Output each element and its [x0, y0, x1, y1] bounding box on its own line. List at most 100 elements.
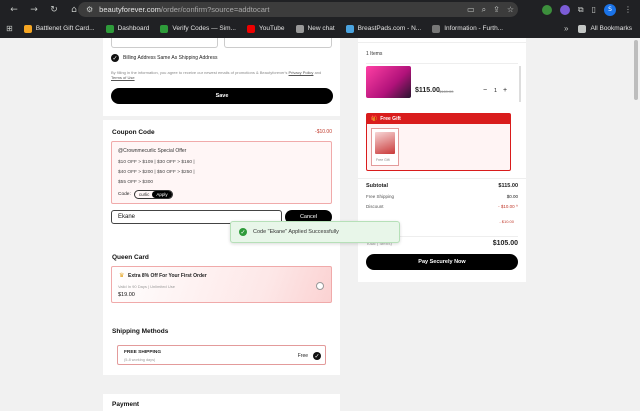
bookmarks-bar: ⊞ Battlenet Gift Card... Dashboard Verify … — [0, 20, 640, 37]
queen-card-section: Queen Card ♛ Extra 8% Off For Your First… — [103, 244, 340, 324]
chevron-up-icon: ^ — [515, 204, 518, 209]
coupon-input-value: Ekane — [118, 214, 136, 220]
bookmark-item[interactable]: New chat — [295, 24, 335, 33]
privacy-link[interactable]: Privacy Policy — [289, 70, 314, 75]
free-shipping-label: Free Shipping — [366, 194, 395, 199]
bookmark-favicon-icon — [160, 24, 169, 33]
queen-valid-text: Valid In 90 Days | Unlimited Use — [118, 284, 175, 289]
qty-value[interactable]: 1 — [494, 88, 497, 94]
extensions-icon[interactable]: ⧉ — [578, 5, 584, 15]
discount-sub-value: - $10.00 — [499, 219, 514, 224]
sidebar-icon[interactable]: ▯ — [592, 5, 596, 14]
terms-text: By filling in the information, you agree… — [111, 70, 322, 80]
zoom-icon[interactable]: ⌕ — [482, 5, 486, 15]
shipping-method-name: FREE SHIPPING — [124, 350, 162, 355]
back-icon[interactable]: ← — [4, 5, 24, 15]
shipping-option[interactable]: FREE SHIPPING (5-8 working days) Free ✓ — [117, 345, 326, 365]
bookmark-star-icon[interactable]: ☆ — [507, 5, 514, 14]
queen-radio[interactable] — [316, 282, 324, 290]
coupon-offer-box: @Crownmecurlic Special Offer $10 OFF > $… — [111, 141, 332, 204]
qty-minus-button[interactable]: − — [483, 87, 487, 94]
bookmark-item[interactable]: BreastPads.com - N... — [345, 24, 421, 33]
product-image — [366, 66, 411, 98]
billing-card: ✓ Billing Address Same As Shipping Addre… — [103, 38, 340, 116]
apps-icon[interactable]: ⊞ — [6, 24, 13, 33]
checkbox-checked-icon[interactable]: ✓ — [111, 54, 119, 62]
queen-card-offer-box[interactable]: ♛ Extra 8% Off For Your First Order Vali… — [111, 266, 332, 303]
discount-label: Discount — [366, 204, 384, 209]
bookmark-item[interactable]: Battlenet Gift Card... — [23, 24, 95, 33]
site-info-icon[interactable]: ⚙ — [86, 5, 93, 14]
bookmark-item[interactable]: Verify Codes — Sim... — [160, 24, 236, 33]
subtotal-value: $115.00 — [498, 183, 518, 189]
code-label: Code: — [118, 192, 131, 197]
save-button[interactable]: Save — [111, 88, 333, 104]
offer-line-1: $10 OFF > $109 | $30 OFF > $160 | — [118, 160, 195, 165]
coupon-title: Coupon Code — [112, 129, 155, 136]
pay-securely-button[interactable]: Pay Securely Now — [366, 254, 518, 270]
all-bookmarks[interactable]: All Bookmarks — [578, 24, 632, 33]
url-actions: ▭ ⌕ ⇪ ☆ — [467, 2, 514, 17]
shipping-selected-icon: ✓ — [313, 352, 321, 360]
same-as-shipping-label: Billing Address Same As Shipping Address — [123, 55, 218, 61]
offer-title: @Crownmecurlic Special Offer — [118, 148, 187, 154]
code-value: curlic — [138, 192, 150, 197]
product-price: $115.00 — [415, 87, 440, 94]
folder-icon — [578, 24, 587, 33]
discount-value[interactable]: - $10.00 ^ — [498, 204, 518, 209]
screen-cast-icon[interactable]: ▭ — [467, 5, 475, 14]
subtotal-label: Subtotal — [366, 183, 388, 189]
billing-field-right[interactable] — [224, 38, 332, 48]
profile-avatar[interactable]: S — [604, 3, 616, 16]
address-bar[interactable]: ⚙ beautyforever.com/order/confirm?source… — [78, 2, 518, 17]
shipping-days: (5-8 working days) — [124, 358, 156, 362]
product-scrollbar[interactable] — [519, 66, 521, 102]
toast-text: Code "Ekane" Applied Successfully — [253, 229, 339, 235]
shipping-price: Free — [297, 353, 308, 359]
address-row: ← → ↻ ⌂ ⚙ beautyforever.com/order/confir… — [0, 0, 640, 19]
reload-icon[interactable]: ↻ — [44, 5, 64, 15]
coupon-discount: -$10.00 — [315, 129, 332, 135]
terms-link[interactable]: Terms of Use — [111, 75, 135, 80]
bookmark-favicon-icon — [105, 24, 114, 33]
url-text: beautyforever.com/order/confirm?source=a… — [99, 5, 270, 14]
bookmark-item[interactable]: YouTube — [246, 24, 285, 33]
payment-title: Payment — [112, 401, 140, 408]
bookmark-item[interactable]: Information - Furth... — [432, 24, 503, 33]
code-pill: curlic Apply — [133, 190, 173, 199]
bookmark-favicon-icon — [295, 24, 304, 33]
code-apply-button[interactable]: Apply — [152, 191, 172, 198]
queen-card-title: Queen Card — [112, 254, 149, 261]
queen-price: $19.00 — [118, 292, 135, 298]
bookmark-favicon-icon — [432, 24, 441, 33]
items-count: 1 Items — [366, 51, 383, 57]
bookmark-favicon-icon — [23, 24, 32, 33]
free-gift-header: 🎁 Free Gift — [367, 114, 510, 124]
forward-icon[interactable]: → — [24, 5, 44, 15]
free-gift-box: 🎁 Free Gift Free Gift — [366, 113, 511, 171]
shipping-title: Shipping Methods — [112, 328, 169, 335]
qty-plus-button[interactable]: + — [503, 87, 507, 94]
billing-field-left[interactable] — [111, 38, 218, 48]
payment-card: Payment — [103, 394, 340, 411]
bookmark-item[interactable]: Dashboard — [105, 24, 149, 33]
toolbar-right: ⧉ ▯ S ⋮ — [541, 2, 632, 17]
gift-icon: 🎁 — [371, 116, 378, 122]
gift-item-card[interactable]: Free Gift — [371, 128, 399, 166]
menu-icon[interactable]: ⋮ — [624, 5, 632, 14]
bookmark-favicon-icon — [246, 24, 255, 33]
same-as-shipping-row[interactable]: ✓ Billing Address Same As Shipping Addre… — [111, 54, 218, 62]
extension-purple-icon[interactable] — [559, 4, 570, 15]
gift-item-label: Free Gift — [376, 158, 390, 162]
summary-divider-top — [358, 42, 526, 43]
bookmark-favicon-icon — [345, 24, 354, 33]
free-shipping-value: $0.00 — [506, 194, 518, 199]
page-scrollbar-thumb[interactable] — [634, 40, 638, 100]
share-icon[interactable]: ⇪ — [493, 5, 500, 14]
order-summary-card: 1 Items $115.00 $169.00 − 1 + 🎁 Free Gif… — [358, 38, 526, 282]
offer-line-3: $55 OFF > $300 — [118, 180, 154, 185]
more-bookmarks-icon[interactable]: » — [564, 24, 568, 33]
crown-icon: ♛ — [119, 273, 125, 279]
extension-green-icon[interactable] — [541, 4, 552, 15]
queen-offer-text: Extra 8% Off For Your First Order — [128, 273, 207, 279]
